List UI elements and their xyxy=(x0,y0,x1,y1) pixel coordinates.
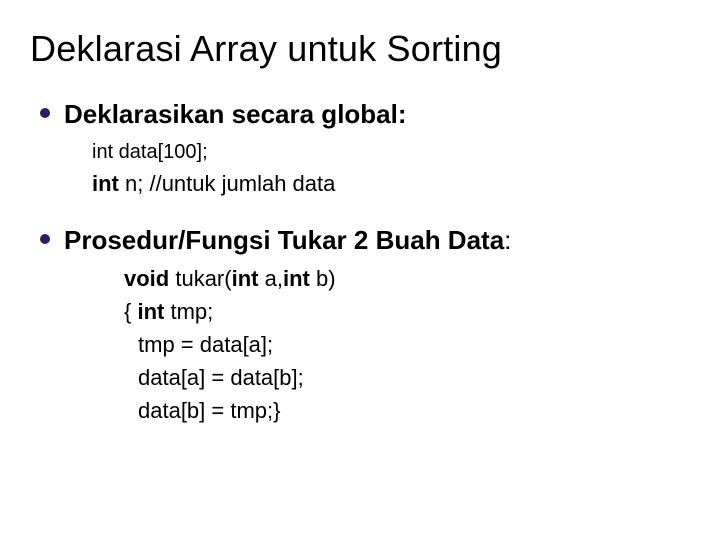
slide: Deklarasi Array untuk Sorting Deklarasik… xyxy=(0,0,720,540)
text: tmp; xyxy=(164,299,213,324)
text: tukar( xyxy=(169,266,231,291)
keyword-void: void xyxy=(124,266,169,291)
section1-code-line2: int n; //untuk jumlah data xyxy=(92,167,690,200)
keyword-int: int xyxy=(283,266,310,291)
bullet-icon xyxy=(40,108,50,118)
bullet-item-1: Deklarasikan secara global: xyxy=(40,98,690,131)
text: a, xyxy=(258,266,282,291)
section2-line1: void tukar(int a,int b) xyxy=(124,262,690,295)
section2-line5: data[b] = tmp;} xyxy=(138,394,690,427)
keyword-int: int xyxy=(137,299,164,324)
slide-title: Deklarasi Array untuk Sorting xyxy=(30,28,690,70)
text: b) xyxy=(310,266,336,291)
section2-line3: tmp = data[a]; xyxy=(138,328,690,361)
section2-heading: Prosedur/Fungsi Tukar 2 Buah Data: xyxy=(64,224,511,257)
brace-open: { xyxy=(124,299,137,324)
keyword-int: int xyxy=(92,171,119,196)
section1-heading: Deklarasikan secara global: xyxy=(64,98,407,131)
bullet-item-2: Prosedur/Fungsi Tukar 2 Buah Data: xyxy=(40,224,690,257)
section2-heading-text: Prosedur/Fungsi Tukar 2 Buah Data xyxy=(64,225,504,255)
keyword-int: int xyxy=(232,266,259,291)
section2-line4: data[a] = data[b]; xyxy=(138,361,690,394)
section2-line2: { int tmp; xyxy=(124,295,690,328)
section1-code-line1: int data[100]; xyxy=(92,137,690,167)
section1-line2-rest: n; //untuk jumlah data xyxy=(119,171,335,196)
bullet-icon xyxy=(40,234,50,244)
spacer xyxy=(30,200,690,224)
